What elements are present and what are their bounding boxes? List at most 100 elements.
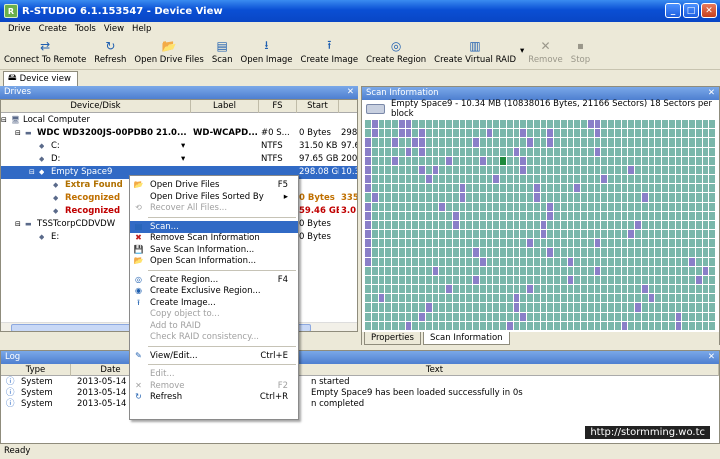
subtab-properties[interactable]: Properties: [364, 332, 421, 345]
open-image-button[interactable]: ⭳ Open Image: [237, 36, 297, 68]
expand-icon[interactable]: ⊟: [15, 127, 21, 140]
drives-col-2[interactable]: FS: [259, 100, 297, 113]
remove-icon: ✕: [540, 39, 551, 53]
drive-extra: 10.3: [341, 167, 357, 177]
create-image-icon: ⭱: [327, 37, 332, 52]
connect-button[interactable]: ⇄ Connect To Remote: [0, 36, 90, 68]
context-item-open-scan-information[interactable]: 📂 Open Scan Information...: [130, 255, 298, 267]
menu-separator: [148, 345, 296, 347]
menu-separator: [148, 364, 296, 365]
log-col-type[interactable]: Type: [1, 364, 71, 376]
close-drives-icon[interactable]: ✕: [347, 86, 354, 99]
context-item-add-to-raid[interactable]: Add to RAID: [130, 320, 298, 332]
drives-col-1[interactable]: Label: [191, 100, 259, 113]
drive-row[interactable]: ◆ D: ▾ NTFS 97.65 GB 200: [1, 153, 357, 166]
recover-icon: ⟲: [135, 203, 142, 212]
toolbar: ⇄ Connect To Remote ↻ Refresh 📂 Open Drive Fi…: [0, 36, 720, 70]
context-item-remove[interactable]: ✕ Remove F2: [130, 380, 298, 392]
subtab-scan-information[interactable]: Scan Information: [422, 332, 510, 345]
scan-info-pane: Scan Information ✕ Empty Space9 - 10.34 …: [361, 86, 720, 345]
expand-icon[interactable]: ⊟: [15, 218, 21, 231]
close-log-icon[interactable]: ✕: [708, 351, 715, 364]
create-image-button[interactable]: ⭱ Create Image: [297, 36, 363, 68]
partition-icon: ◆: [53, 194, 59, 202]
expand-icon[interactable]: ⊟: [29, 166, 35, 179]
context-item-scan[interactable]: ▤ Scan...: [130, 220, 298, 233]
context-item-recover-all-files[interactable]: ⟲ Recover All Files...: [130, 202, 298, 214]
log-row[interactable]: ⓘ System 2013-05-14 n completed: [1, 399, 719, 410]
menu-view[interactable]: View: [100, 22, 128, 36]
context-item-refresh[interactable]: ↻ Refresh Ctrl+R: [130, 391, 298, 403]
expand-icon[interactable]: ⊟: [1, 114, 7, 127]
context-item-open-drive-files-sorted-by[interactable]: Open Drive Files Sorted By ▸: [130, 191, 298, 203]
drives-pane-header: Drives ✕: [0, 86, 358, 99]
folder-button[interactable]: 📂 Open Drive Files: [130, 36, 207, 68]
close-button[interactable]: ✕: [701, 3, 717, 18]
context-item-copy-object-to[interactable]: Copy object to...: [130, 308, 298, 320]
drive-row[interactable]: ⊟ 🖥 Local Computer: [1, 114, 357, 127]
edit-icon: ✎: [135, 350, 142, 360]
drive-row[interactable]: ◆ C: ▾ NTFS 31.50 KB97.6: [1, 140, 357, 153]
log-date: 2013-05-14: [77, 377, 127, 387]
drive-name: WDC WD3200JS-00PDB0 21.0...: [37, 128, 187, 138]
scan-block-map: [364, 119, 716, 331]
chevron-down-icon[interactable]: ▾: [181, 153, 185, 166]
open-icon: 📂: [133, 256, 144, 265]
remove-button[interactable]: ✕ Remove: [524, 36, 567, 68]
drives-col-4[interactable]: [339, 100, 357, 113]
drives-column-header: Device/Disk Label FS Start: [1, 100, 357, 113]
context-item-save-scan-information[interactable]: 💾 Save Scan Information...: [130, 244, 298, 256]
drive-start: 97.65 GB: [299, 154, 339, 164]
menu-drive[interactable]: Drive: [4, 22, 35, 36]
drive-extra: 3.0: [341, 206, 357, 216]
stop-icon: ⏹: [577, 38, 584, 53]
context-item-create-region[interactable]: ◎ Create Region... F4: [130, 274, 298, 286]
scan-icon: ▤: [134, 221, 143, 231]
info-icon: ⓘ: [6, 399, 15, 409]
log-date: 2013-05-14: [77, 388, 127, 398]
log-text: n completed: [311, 399, 365, 409]
minimize-button[interactable]: _: [665, 3, 681, 18]
device-icon: 🖴: [8, 73, 17, 83]
context-item-edit[interactable]: Edit...: [130, 368, 298, 380]
info-icon: ⓘ: [6, 388, 15, 398]
partition-icon: ◆: [53, 207, 59, 215]
maximize-button[interactable]: □: [683, 3, 699, 18]
menu-help[interactable]: Help: [128, 22, 155, 36]
region-button[interactable]: ◎ Create Region: [362, 36, 430, 68]
title-bar: R R-STUDIO 6.1.153547 - Device View _ □ …: [0, 0, 720, 22]
log-type: System: [21, 388, 53, 398]
log-type: System: [21, 377, 53, 387]
remove-icon: ✕: [135, 380, 142, 390]
drive-start: 0 Bytes: [299, 219, 331, 229]
stop-button[interactable]: ⏹ Stop: [567, 36, 594, 68]
log-date: 2013-05-14: [77, 399, 127, 409]
menu-create[interactable]: Create: [35, 22, 71, 36]
scan-button[interactable]: ▤ Scan: [208, 36, 237, 68]
connect-icon: ⇄: [40, 39, 51, 53]
context-item-check-raid-consistency[interactable]: Check RAID consistency...: [130, 331, 298, 343]
drive-start: 298.08 GB: [299, 167, 339, 177]
log-text: n started: [311, 377, 350, 387]
menu-tools[interactable]: Tools: [71, 22, 100, 36]
context-item-create-exclusive-region[interactable]: ◉ Create Exclusive Region...: [130, 285, 298, 297]
context-item-view-edit[interactable]: ✎ View/Edit... Ctrl+E: [130, 350, 298, 362]
raid-icon: ▥: [469, 39, 481, 53]
log-row[interactable]: ⓘ System 2013-05-14 n started: [1, 377, 719, 388]
menu-bar: Drive Create Tools View Help: [0, 22, 720, 36]
context-item-create-image[interactable]: ⭱ Create Image...: [130, 297, 298, 309]
window-title: R-STUDIO 6.1.153547 - Device View: [22, 5, 223, 17]
refresh-button[interactable]: ↻ Refresh: [90, 36, 130, 68]
scan-icon: ▤: [216, 39, 228, 53]
chevron-down-icon[interactable]: ▾: [181, 140, 185, 153]
drive-row[interactable]: ⊟ ▬ WDC WD3200JS-00PDB0 21.0... WD-WCAPD...…: [1, 127, 357, 140]
tab-device-view[interactable]: 🖴 Device view: [3, 71, 78, 86]
context-item-remove-scan-information[interactable]: ✖ Remove Scan Information: [130, 232, 298, 244]
partition-icon: ◆: [39, 142, 45, 150]
context-item-open-drive-files[interactable]: 📂 Open Drive Files F5: [130, 179, 298, 191]
drives-col-0[interactable]: Device/Disk: [1, 100, 191, 113]
log-row[interactable]: ⓘ System 2013-05-14 Empty Space9 has been l…: [1, 388, 719, 399]
drives-col-3[interactable]: Start: [297, 100, 339, 113]
scan-subtabs: Properties Scan Information: [362, 332, 719, 345]
raid-button[interactable]: ▥ Create Virtual RAID: [430, 36, 520, 68]
